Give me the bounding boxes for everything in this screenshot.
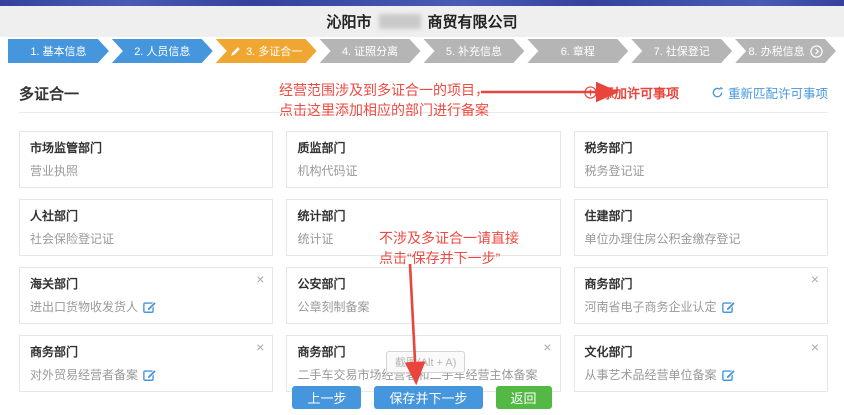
rematch-permit-label: 重新匹配许可事项: [728, 83, 828, 102]
company-name-suffix: 商贸有限公司: [428, 11, 518, 32]
permit-card-human-resources: 人社部门 社会保险登记证: [19, 199, 273, 256]
step-social-security[interactable]: 7. 社保登记: [631, 39, 732, 63]
card-dept: 税务部门: [585, 139, 806, 156]
card-dept: 质监部门: [297, 139, 537, 156]
card-cert: 河南省电子商务企业认定: [585, 298, 806, 315]
plus-circle-icon: [584, 86, 597, 99]
permit-card-statistics: 统计部门 统计证: [286, 199, 560, 256]
step-label: 8. 办税信息: [748, 43, 804, 59]
edit-icon[interactable]: [143, 300, 157, 314]
screenshot-tool-tooltip[interactable]: 截图(Alt + A): [386, 351, 465, 373]
card-dept: 海关部门: [30, 275, 250, 292]
page-header: 沁阳市 商贸有限公司: [0, 6, 844, 37]
step-personnel-info[interactable]: 2. 人员信息: [112, 39, 213, 63]
step-charter[interactable]: 6. 章程: [527, 39, 628, 63]
card-cert: 社会保险登记证: [30, 230, 250, 247]
card-cert: 单位办理住房公积金缴存登记: [585, 230, 806, 247]
card-dept: 市场监管部门: [30, 139, 250, 156]
step-label: 6. 章程: [561, 43, 595, 59]
card-dept: 公安部门: [297, 275, 537, 292]
rematch-permit-link[interactable]: 重新匹配许可事项: [711, 83, 828, 102]
permit-card-housing: 住建部门 单位办理住房公积金缴存登记: [574, 199, 829, 256]
step-label: 5. 补充信息: [446, 43, 502, 59]
pencil-icon: [230, 46, 241, 57]
add-permit-label: 添加许可事项: [601, 83, 679, 102]
card-dept: 统计部门: [297, 207, 537, 224]
close-icon[interactable]: [543, 340, 551, 354]
permit-card-tax: 税务部门 税务登记证: [574, 131, 829, 188]
close-icon[interactable]: [811, 272, 819, 286]
back-button[interactable]: 返回: [496, 386, 552, 409]
refresh-icon: [711, 86, 724, 99]
card-cert: 进出口货物收发货人: [30, 298, 250, 315]
save-next-step-button[interactable]: 保存并下一步: [374, 386, 482, 409]
card-cert: 公章刻制备案: [297, 298, 537, 315]
card-cert: 对外贸易经营者备案: [30, 366, 250, 383]
step-basic-info[interactable]: 1. 基本信息: [8, 39, 109, 63]
step-cert-separation[interactable]: 4. 证照分离: [320, 39, 421, 63]
step-label: 2. 人员信息: [134, 43, 190, 59]
card-cert: 统计证: [297, 230, 537, 247]
step-label: 7. 社保登记: [654, 43, 710, 59]
permit-card-commerce-ecommerce: 商务部门 河南省电子商务企业认定: [574, 267, 829, 324]
permit-card-police: 公安部门 公章刻制备案: [286, 267, 560, 324]
step-label: 1. 基本信息: [30, 43, 86, 59]
edit-icon[interactable]: [722, 368, 736, 382]
card-dept: 人社部门: [30, 207, 250, 224]
step-multi-cert[interactable]: 3. 多证合一: [216, 39, 317, 63]
prev-step-button[interactable]: 上一步: [292, 386, 361, 409]
redacted-company-name: [379, 14, 421, 29]
edit-icon[interactable]: [143, 368, 157, 382]
step-supplement-info[interactable]: 5. 补充信息: [424, 39, 525, 63]
card-cert: 营业执照: [30, 162, 250, 179]
close-icon[interactable]: [256, 340, 264, 354]
card-cert: 税务登记证: [585, 162, 806, 179]
page-title: 多证合一: [19, 83, 79, 104]
step-label: 3. 多证合一: [246, 43, 302, 59]
circle-chevron-right-icon[interactable]: [810, 45, 823, 58]
card-cert: 机构代码证: [297, 162, 537, 179]
company-name-prefix: 沁阳市: [326, 11, 371, 32]
add-permit-link[interactable]: 添加许可事项: [584, 83, 679, 102]
step-tax-info[interactable]: 8. 办税信息: [735, 39, 836, 63]
edit-icon[interactable]: [722, 300, 736, 314]
permit-card-quality-supervision: 质监部门 机构代码证: [286, 131, 560, 188]
permit-card-customs: 海关部门 进出口货物收发货人: [19, 267, 273, 324]
close-icon[interactable]: [256, 272, 264, 286]
card-dept: 文化部门: [585, 343, 806, 360]
bottom-button-row: 上一步 保存并下一步 返回: [0, 386, 844, 409]
main-content: 多证合一 添加许可事项 重新匹配许可事项 市场监管部门 营业执照 质监部门 机构…: [0, 63, 844, 392]
step-label: 4. 证照分离: [342, 43, 398, 59]
card-cert: 从事艺术品经营单位备案: [585, 366, 806, 383]
card-dept: 住建部门: [585, 207, 806, 224]
permit-card-culture: 文化部门 从事艺术品经营单位备案: [574, 335, 829, 392]
step-wizard: 1. 基本信息 2. 人员信息 3. 多证合一 4. 证照分离 5. 补充信息 …: [8, 39, 836, 63]
card-dept: 商务部门: [30, 343, 250, 360]
close-icon[interactable]: [811, 340, 819, 354]
permit-card-market-supervision: 市场监管部门 营业执照: [19, 131, 273, 188]
card-dept: 商务部门: [585, 275, 806, 292]
section-divider: [19, 112, 828, 113]
permit-card-commerce-foreign-trade: 商务部门 对外贸易经营者备案: [19, 335, 273, 392]
